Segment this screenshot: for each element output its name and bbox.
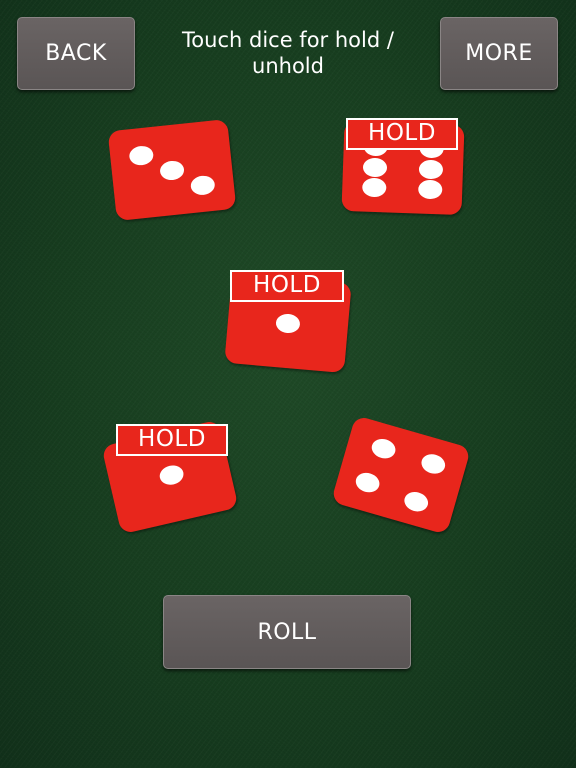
die-face (330, 415, 472, 535)
hold-label: HOLD (346, 118, 458, 150)
roll-button[interactable]: ROLL (163, 595, 411, 669)
more-button[interactable]: MORE (440, 17, 558, 90)
die-1[interactable] (107, 118, 237, 222)
hold-label: HOLD (230, 270, 344, 302)
instructions-text: Touch dice for hold / unhold (182, 28, 394, 78)
die-5[interactable] (330, 415, 472, 535)
pip (418, 159, 443, 179)
hold-label: HOLD (116, 424, 228, 456)
back-button[interactable]: BACK (17, 17, 135, 90)
